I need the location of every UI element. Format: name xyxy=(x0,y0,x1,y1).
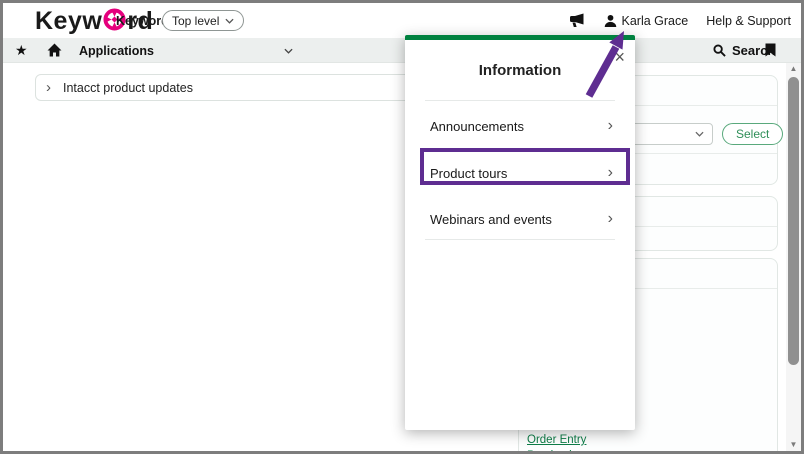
home-icon xyxy=(47,43,62,57)
user-menu[interactable]: Karla Grace xyxy=(604,14,689,28)
close-icon[interactable]: × xyxy=(614,48,625,66)
user-icon xyxy=(604,14,617,28)
bookmark-button[interactable] xyxy=(765,43,776,62)
entity-selector-dropdown[interactable]: Top level xyxy=(162,10,244,31)
logo-text-prefix: Keyw xyxy=(35,7,102,36)
app-window: Keyw rd Keyword Top level xyxy=(0,0,804,454)
announcements-megaphone-button[interactable] xyxy=(569,13,586,28)
menu-item-label: Webinars and events xyxy=(430,212,552,227)
panel-divider xyxy=(425,148,615,149)
chevron-down-icon xyxy=(695,131,704,137)
chevron-right-icon: › xyxy=(608,165,613,181)
panel-title: Information xyxy=(405,62,635,79)
applications-label: Applications xyxy=(79,44,154,58)
menu-item-webinars[interactable]: Webinars and events › xyxy=(405,204,635,234)
applications-menu[interactable]: Applications xyxy=(79,38,293,63)
entity-selector-label: Top level xyxy=(172,14,219,28)
megaphone-icon xyxy=(569,13,586,28)
select-button[interactable]: Select xyxy=(722,123,783,145)
chevron-down-icon xyxy=(225,18,234,24)
scrollbar-thumb[interactable] xyxy=(788,77,799,365)
vertical-scrollbar[interactable]: ▲ ▼ xyxy=(786,63,801,451)
search-icon xyxy=(713,44,726,57)
home-button[interactable] xyxy=(47,43,62,62)
chevron-right-icon: › xyxy=(46,80,51,95)
purchasing-link[interactable]: Purchasing xyxy=(527,450,585,454)
menu-item-label: Product tours xyxy=(430,166,507,181)
menu-item-announcements[interactable]: Announcements › xyxy=(405,111,635,141)
information-panel: Information × Announcements › Product to… xyxy=(405,35,635,430)
order-entry-link[interactable]: Order Entry xyxy=(527,434,586,446)
product-updates-label: Intacct product updates xyxy=(63,81,193,95)
panel-divider xyxy=(425,239,615,240)
chevron-right-icon: › xyxy=(608,118,613,134)
user-name: Karla Grace xyxy=(622,14,689,28)
scroll-down-icon[interactable]: ▼ xyxy=(786,439,801,451)
favorites-star-icon[interactable]: ★ xyxy=(15,41,28,60)
bookmark-icon xyxy=(765,43,776,57)
chevron-down-icon xyxy=(284,48,293,54)
top-bar: Keyw rd Keyword Top level xyxy=(3,3,801,38)
menu-item-label: Announcements xyxy=(430,119,524,134)
company-label: Keyword xyxy=(116,14,169,28)
panel-divider xyxy=(425,100,615,101)
help-support-link[interactable]: Help & Support xyxy=(706,14,791,28)
scroll-up-icon[interactable]: ▲ xyxy=(786,63,801,75)
menu-item-product-tours[interactable]: Product tours › xyxy=(405,158,635,188)
chevron-right-icon: › xyxy=(608,211,613,227)
